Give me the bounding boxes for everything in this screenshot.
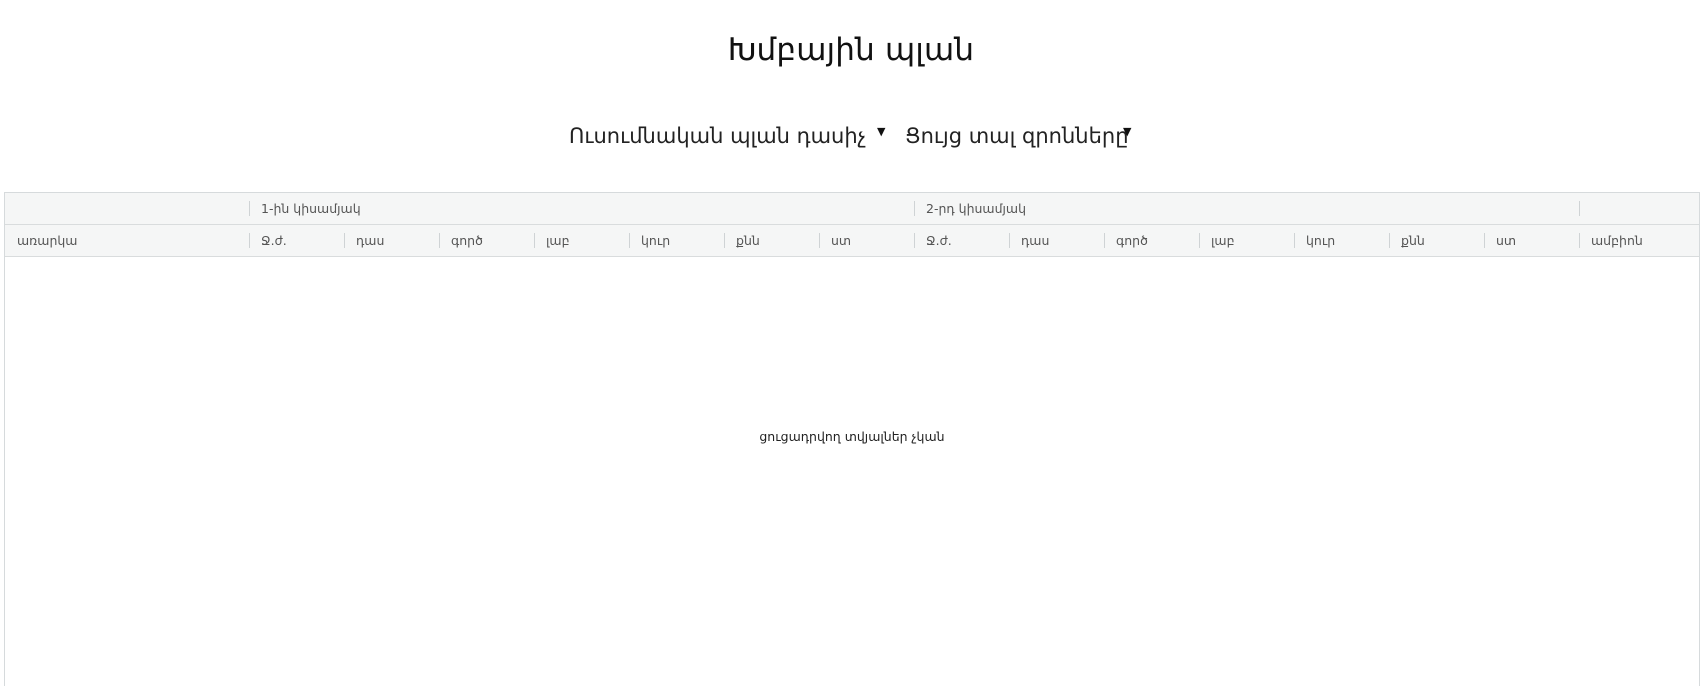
show-credits-dropdown-label: Ցույց տալ զրոնները xyxy=(905,124,1129,148)
column-header-s1-lesson[interactable]: դաս xyxy=(344,225,439,256)
chevron-down-icon: ▼ xyxy=(1123,125,1132,138)
column-header-s1-course[interactable]: կուր xyxy=(629,225,724,256)
column-header-s2-course[interactable]: կուր xyxy=(1294,225,1389,256)
group-header-semester-2[interactable]: 2-րդ կիսամյակ xyxy=(914,193,1579,224)
group-header-empty xyxy=(5,193,249,224)
column-header-s2-exam[interactable]: քնն xyxy=(1389,225,1484,256)
grid-column-header-row: առարկա Ջ.ժ. դաս գործ լաբ կուր քնն ստ Ջ.ժ… xyxy=(5,225,1699,257)
column-header-s2-lesson[interactable]: դաս xyxy=(1009,225,1104,256)
column-header-s1-credits[interactable]: Ջ.ժ. xyxy=(249,225,344,256)
group-plan-grid: 1-ին կիսամյակ 2-րդ կիսամյակ առարկա Ջ.ժ. … xyxy=(4,192,1700,686)
column-header-s1-exam[interactable]: քնն xyxy=(724,225,819,256)
column-header-s2-test[interactable]: ստ xyxy=(1484,225,1579,256)
column-header-subject[interactable]: առարկա xyxy=(5,225,249,256)
column-header-s2-lab[interactable]: լաբ xyxy=(1199,225,1294,256)
column-header-s1-practice[interactable]: գործ xyxy=(439,225,534,256)
group-header-semester-1[interactable]: 1-ին կիսամյակ xyxy=(249,193,914,224)
page-title: Խմբային պլան xyxy=(727,32,975,68)
column-header-s2-credits[interactable]: Ջ.ժ. xyxy=(914,225,1009,256)
show-credits-dropdown[interactable]: Ցույց տալ զրոնները ▼ xyxy=(905,118,1135,154)
curriculum-dropdown-label: Ուսումնական պլան դասիչ xyxy=(569,124,867,148)
column-header-s1-lab[interactable]: լաբ xyxy=(534,225,629,256)
curriculum-dropdown[interactable]: Ուսումնական պլան դասիչ ▼ xyxy=(569,118,889,154)
chevron-down-icon: ▼ xyxy=(877,125,886,138)
column-header-s2-practice[interactable]: գործ xyxy=(1104,225,1199,256)
group-header-tail xyxy=(1579,193,1699,224)
no-data-message: ցուցադրվող տվյալներ չկան xyxy=(759,429,945,444)
grid-group-header-row: 1-ին կիսամյակ 2-րդ կիսամյակ xyxy=(5,193,1699,225)
column-header-s1-test[interactable]: ստ xyxy=(819,225,914,256)
column-header-department[interactable]: ամբիոն xyxy=(1579,225,1699,256)
